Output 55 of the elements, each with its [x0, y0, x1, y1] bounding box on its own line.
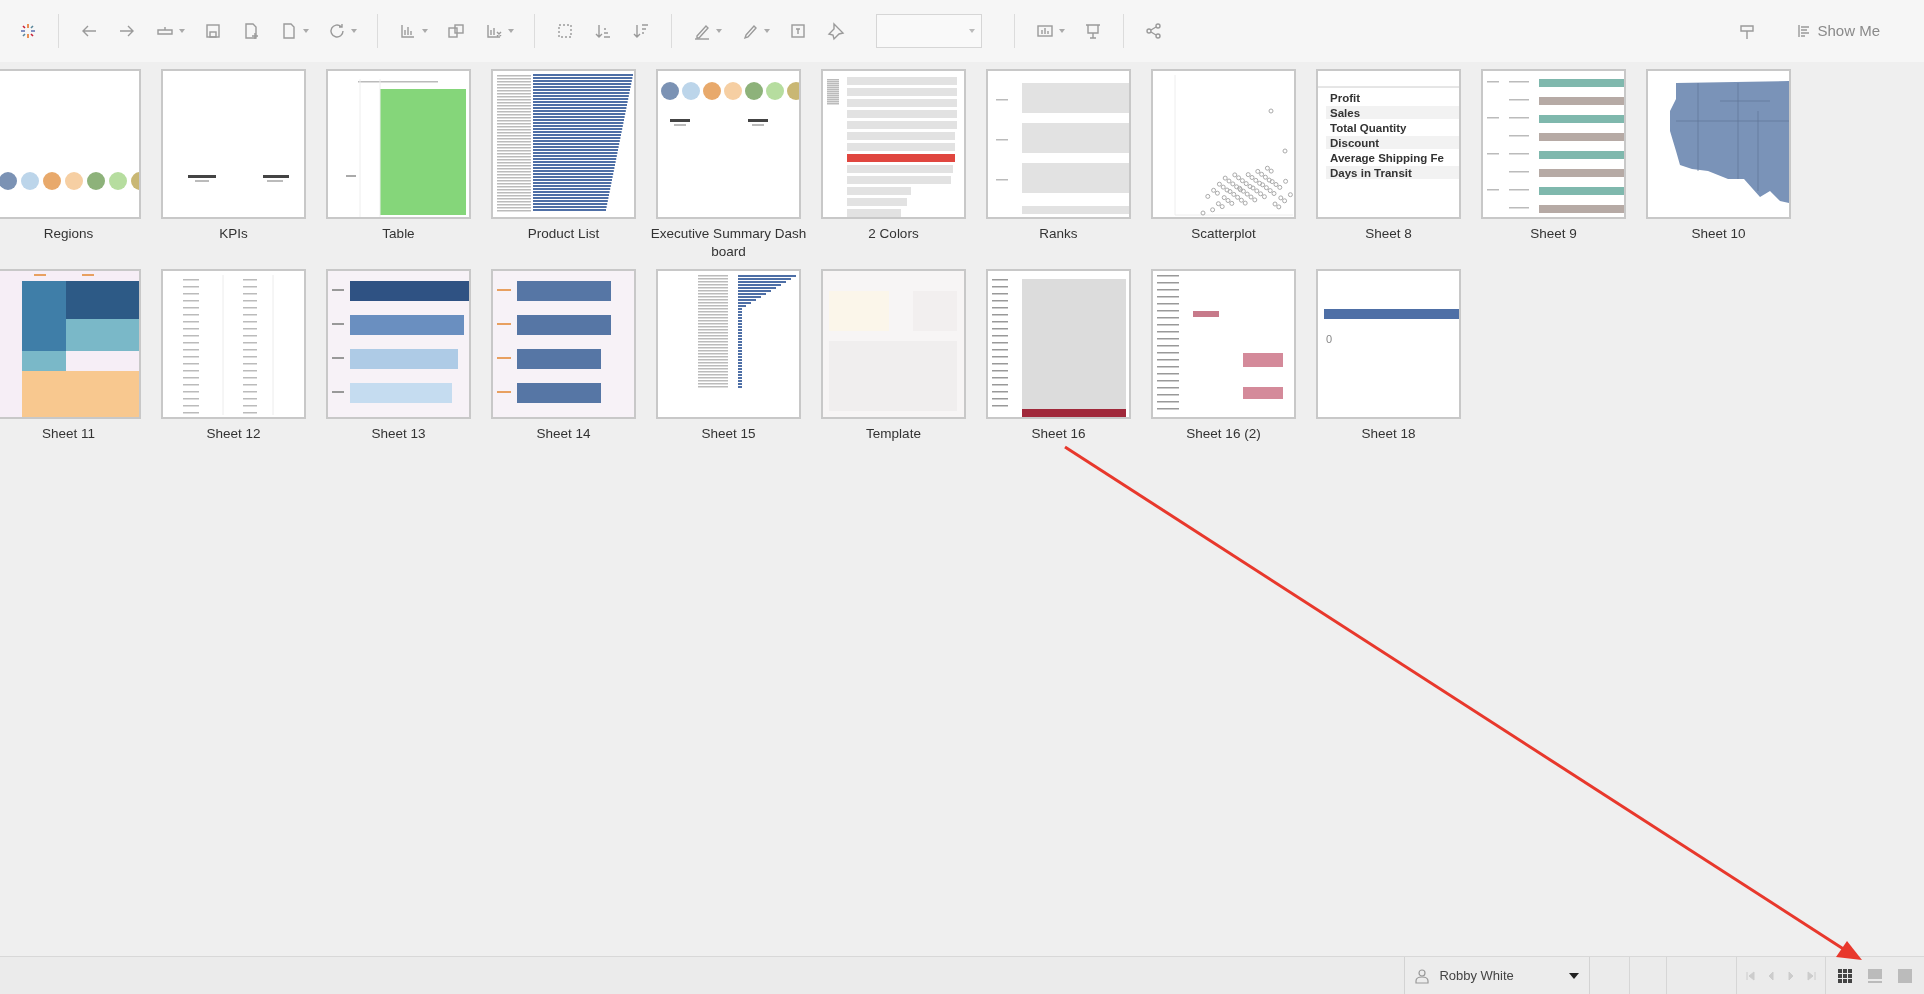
sheet-name: Sheet 15	[700, 425, 757, 443]
sheet-name: Sheet 9	[1529, 225, 1578, 243]
sheet-thumbnail[interactable]	[986, 69, 1131, 219]
sheet-name: Table	[381, 225, 416, 243]
sheet-thumbnail[interactable]: Profit Sales Total Quantity Discount Average Shipping Fe Days in Transit	[1316, 69, 1461, 219]
sheet-name: Sheet 12	[205, 425, 262, 443]
field-label: Days in Transit	[1330, 167, 1412, 179]
sheet-name: Sheet 10	[1690, 225, 1747, 243]
sheet-thumbnail[interactable]	[1151, 69, 1296, 219]
show-me-icon	[1797, 24, 1812, 38]
sheet-thumbnail[interactable]: 0	[1316, 269, 1461, 419]
sheet-thumbnail[interactable]	[161, 69, 306, 219]
sheet-thumbnail[interactable]	[821, 69, 966, 219]
field-label: Profit	[1330, 92, 1361, 104]
sheet-name: KPIs	[218, 225, 249, 243]
sheet-name: Product List	[526, 225, 601, 243]
logo-icon[interactable]	[18, 21, 38, 41]
sheet-thumbnail[interactable]	[1646, 69, 1791, 219]
presentation-icon[interactable]	[1083, 21, 1103, 41]
field-label: Average Shipping Fe	[1330, 152, 1444, 164]
first-page-icon[interactable]	[1745, 969, 1758, 982]
user-dropdown[interactable]: Robby White	[1404, 956, 1591, 994]
sheet-thumbnail[interactable]	[326, 69, 471, 219]
sheet-name: Template	[865, 425, 922, 443]
sheet-thumbnail[interactable]	[656, 69, 801, 219]
view-size-dropdown[interactable]	[876, 14, 982, 48]
pin-icon[interactable]	[826, 21, 846, 41]
sheet-name: Sheet 11	[40, 425, 96, 443]
sheet-name: Ranks	[1038, 225, 1079, 243]
sheet-name: Sheet 14	[535, 425, 592, 443]
share-icon[interactable]	[1144, 21, 1164, 41]
text-box-icon[interactable]	[788, 21, 808, 41]
axis-label: 0	[1326, 333, 1333, 345]
user-icon	[1415, 967, 1430, 984]
sheet-name: Executive Summary Dashboard	[649, 225, 808, 261]
sheet-thumbnail[interactable]	[656, 269, 801, 419]
sheet-thumbnail[interactable]	[161, 269, 306, 419]
sheet-name: 2 Colors	[867, 225, 920, 243]
save-icon[interactable]	[203, 21, 223, 41]
field-label: Discount	[1330, 137, 1380, 149]
sheet-name: Sheet 13	[370, 425, 427, 443]
refresh-icon[interactable]	[327, 21, 347, 41]
sheet-name: Sheet 16 (2)	[1185, 425, 1262, 443]
sheet-name: Scatterplot	[1190, 225, 1257, 243]
field-label: Sales	[1330, 107, 1361, 119]
sheet-thumbnail[interactable]	[1151, 269, 1296, 419]
sheet-name: Regions	[42, 225, 95, 243]
sheet-thumbnail[interactable]	[1481, 69, 1626, 219]
sheet-name: Sheet 8	[1364, 225, 1413, 243]
sheet-name: Sheet 16	[1030, 425, 1087, 443]
caret-icon[interactable]	[1569, 972, 1580, 979]
field-label: Total Quantity	[1330, 122, 1407, 134]
sheet-thumbnail[interactable]	[0, 69, 141, 219]
sheet-name: Sheet 18	[1360, 425, 1417, 443]
last-page-icon[interactable]	[1805, 969, 1818, 982]
